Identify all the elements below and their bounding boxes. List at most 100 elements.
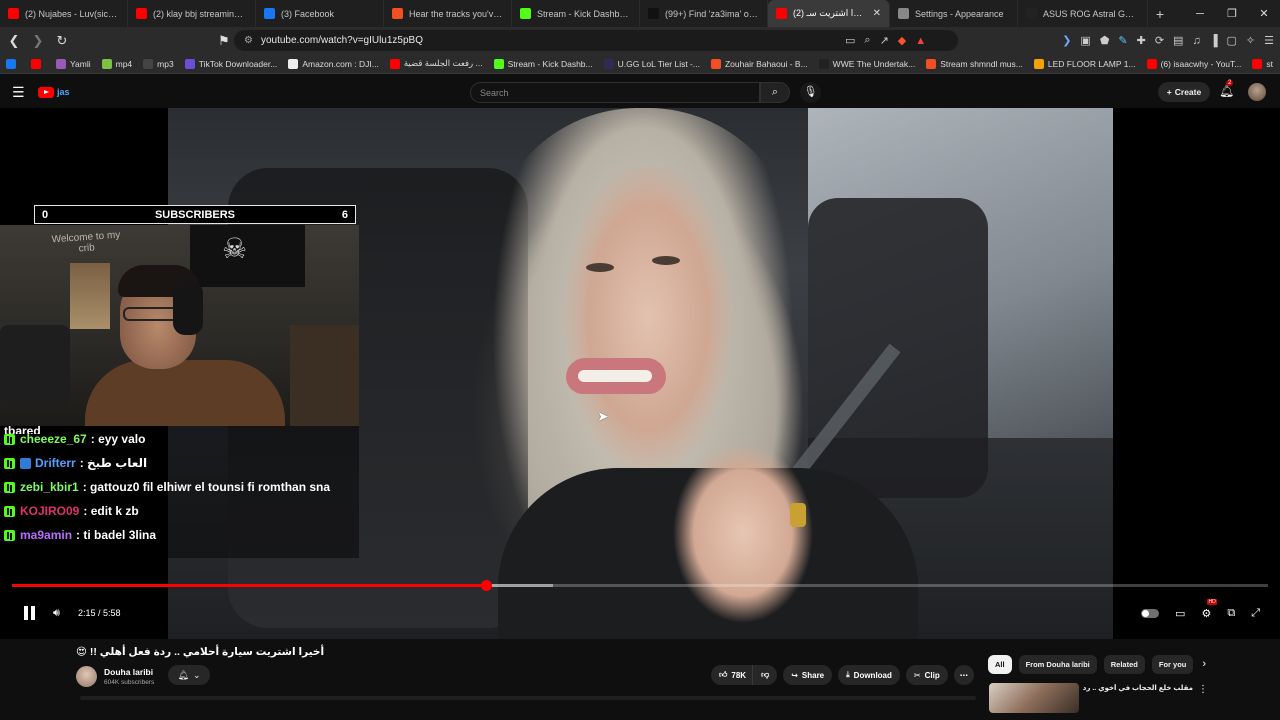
hamburger-menu-icon[interactable]: ☰	[12, 84, 25, 101]
extensions-puzzle-icon[interactable]: ✚	[1137, 34, 1146, 47]
clip-button[interactable]: ✂ Clip	[905, 665, 948, 685]
progress-bar[interactable]	[12, 580, 1268, 591]
browser-tab[interactable]: (2) klay bbj streaming - Yo	[128, 0, 256, 27]
recommended-video-title[interactable]: مقلب خلع الحجاب في أخوي .. ردة فعله	[1083, 684, 1193, 692]
subscribed-notification-button[interactable]: 🔔︎ ⌄	[168, 665, 210, 685]
download-button[interactable]: ⤓ Download	[838, 665, 900, 685]
bookmark-favicon-icon	[818, 58, 829, 69]
browser-tab[interactable]: (2) Nujabes - Luv(sic) P	[0, 0, 128, 27]
back-icon[interactable]: ❮	[4, 33, 24, 49]
filter-chip[interactable]: Related	[1103, 655, 1145, 674]
subtitles-icon[interactable]: ▭	[1175, 607, 1185, 620]
maximize-button[interactable]: ❐	[1216, 7, 1248, 20]
create-button[interactable]: + Create	[1158, 82, 1210, 102]
bookmark-favicon-icon	[6, 58, 16, 69]
share-button[interactable]: ↪ Share	[783, 665, 833, 685]
chevron-right-icon[interactable]: ›	[1202, 655, 1206, 674]
site-info-icon[interactable]: ⚙	[244, 35, 253, 46]
notifications-button[interactable]: 🔔︎ 2	[1219, 80, 1234, 98]
recommended-video-menu-icon[interactable]: ⋮	[1198, 684, 1208, 695]
browser-menu-icon[interactable]: ☰	[1264, 34, 1274, 47]
bookmark-item[interactable]: st	[1252, 58, 1273, 69]
tab-label: (2) klay bbj streaming - Yo	[153, 8, 247, 19]
kick-platform-icon	[4, 529, 15, 541]
bookmark-item[interactable]: mp4	[101, 58, 132, 69]
bookmark-item[interactable]: رفعت الجلسة قضية ...	[389, 58, 483, 69]
forward-icon[interactable]: ❯	[28, 33, 48, 49]
autoplay-toggle[interactable]	[1141, 608, 1160, 618]
like-button[interactable]: 👍︎ 78K	[711, 665, 753, 685]
miniplayer-icon[interactable]: ⧉	[1227, 607, 1235, 620]
browser-tab[interactable]: أخيرا اشتريت سـ (2) ✕	[768, 0, 890, 27]
tab-favicon-icon	[648, 8, 659, 19]
filter-chip[interactable]: For you	[1151, 655, 1194, 674]
pause-icon[interactable]	[24, 606, 35, 620]
browser-tab[interactable]: (99+) Find 'za3ima' on TikT	[640, 0, 768, 27]
bookmark-item[interactable]	[6, 58, 20, 69]
recommended-video-thumbnail[interactable]	[989, 683, 1079, 713]
bookmark-item[interactable]: U.GG LoL Tier List -...	[603, 58, 700, 69]
sidebar-icon[interactable]: ▐	[1210, 35, 1218, 47]
bookmark-item[interactable]: Stream - Kick Dashb...	[493, 58, 593, 69]
filter-chip[interactable]: From Douha laribi	[1018, 655, 1097, 674]
volume-icon[interactable]: 🔊︎	[53, 607, 60, 620]
media-icon[interactable]: ♫	[1192, 35, 1200, 47]
scrubber-handle[interactable]	[480, 580, 492, 591]
more-actions-button[interactable]: ⋯	[953, 665, 974, 685]
dislike-button[interactable]: 👎︎	[752, 665, 778, 685]
extension-icon-6[interactable]: ▤	[1173, 34, 1183, 47]
bookmark-item[interactable]: mp3	[143, 58, 174, 69]
bookmark-item[interactable]: Amazon.com : DJI...	[288, 58, 379, 69]
bookmark-item[interactable]: WWE The Undertak...	[818, 58, 915, 69]
chat-overlay: tbared cheeeze_67: eyy valo Drifterr: الع…	[0, 424, 359, 558]
new-tab-button[interactable]: +	[1148, 6, 1172, 22]
browser-tab[interactable]: (3) Facebook	[256, 0, 384, 27]
extension-icon-3[interactable]: ⬟	[1100, 34, 1110, 47]
bookmark-item[interactable]: (6) isaacwhy - YouT...	[1146, 58, 1241, 69]
close-tab-icon[interactable]: ✕	[873, 8, 881, 19]
browser-tab[interactable]: Stream - Kick Dashboard	[512, 0, 640, 27]
browser-tab[interactable]: ASUS ROG Astral GeForce	[1018, 0, 1148, 27]
video-player[interactable]: 0 SUBSCRIBERS 6 ☠ Welcome to my crib tba…	[0, 108, 1280, 639]
tab-label: (2) Nujabes - Luv(sic) P	[25, 8, 119, 19]
search-input[interactable]: Search	[470, 82, 760, 103]
channel-name[interactable]: Douha laribi	[104, 667, 153, 677]
rewards-icon[interactable]: ▲	[915, 35, 926, 47]
fullscreen-icon[interactable]: ⤢	[1251, 607, 1260, 620]
browser-tab[interactable]: Hear the tracks you've liked	[384, 0, 512, 27]
search-button[interactable]: ⌕	[760, 82, 790, 103]
chat-message: ma9amin: ti badel 3lina	[4, 524, 156, 546]
gold-ring	[790, 503, 806, 527]
bookmark-favicon-icon	[143, 58, 154, 69]
extension-icon-4[interactable]: ✎	[1118, 34, 1127, 47]
bookmark-favicon-icon	[31, 58, 41, 69]
bookmark-item[interactable]: TikTok Downloader...	[184, 58, 277, 69]
share-page-icon[interactable]: ↗	[880, 34, 889, 47]
bookmark-item[interactable]: Stream shmndl mus...	[926, 58, 1023, 69]
channel-avatar[interactable]	[76, 666, 97, 687]
browser-tab[interactable]: Settings - Appearance	[890, 0, 1018, 27]
zoom-icon[interactable]: ⌕	[864, 34, 870, 47]
extension-icon-1[interactable]: ❯	[1062, 34, 1071, 47]
horizontal-scrollbar[interactable]	[80, 696, 976, 700]
settings-gear-icon[interactable]: ⚙ HD	[1201, 598, 1217, 620]
close-window-button[interactable]: ✕	[1248, 7, 1280, 20]
bookmark-item[interactable]: Zouhair Bahaoui - B...	[710, 58, 808, 69]
extension-icon-5[interactable]: ⟳	[1155, 34, 1164, 47]
filter-chip[interactable]: All	[988, 655, 1012, 674]
bookmark-page-icon[interactable]: ⚑	[214, 33, 234, 49]
wallet-icon[interactable]: ▢	[1227, 34, 1237, 47]
brave-shield-icon[interactable]: ◆	[898, 34, 906, 47]
voice-search-button[interactable]: 🎙︎	[800, 82, 821, 103]
youtube-logo[interactable]: jas	[38, 85, 94, 99]
bookmark-item[interactable]	[31, 58, 45, 69]
extension-icon-2[interactable]: ▣	[1080, 34, 1090, 47]
bookmark-item[interactable]: LED FLOOR LAMP 1...	[1033, 58, 1136, 69]
chat-message-text: : edit k zb	[83, 504, 139, 518]
minimize-button[interactable]: ─	[1184, 8, 1216, 20]
leo-icon[interactable]: ✧	[1246, 34, 1255, 47]
account-avatar[interactable]	[1248, 83, 1266, 101]
install-app-icon[interactable]: ▭	[845, 34, 855, 47]
reload-icon[interactable]: ↻	[52, 33, 72, 49]
bookmark-item[interactable]: Yamli	[56, 58, 91, 69]
